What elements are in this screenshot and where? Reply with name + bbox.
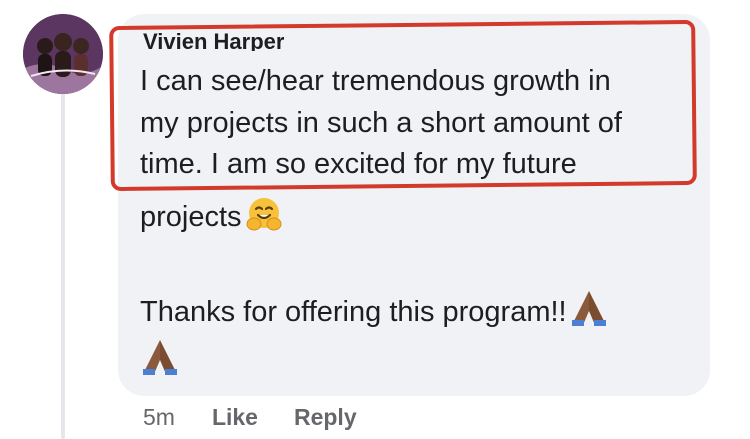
- comment-text-line-with-emoji: projects: [140, 196, 284, 240]
- folded-hands-icon: [140, 338, 180, 383]
- comment-actions: 5m Like Reply: [143, 403, 393, 431]
- reply-button[interactable]: Reply: [294, 403, 357, 431]
- red-highlight-annotation: [109, 19, 697, 192]
- comment-text-segment: Thanks for offering this program!!: [140, 296, 567, 328]
- avatar[interactable]: [23, 14, 103, 94]
- folded-hands-icon: [569, 289, 609, 335]
- like-button[interactable]: Like: [212, 403, 258, 431]
- comment-text-line-with-emoji: Thanks for offering this program!!: [140, 289, 609, 335]
- thread-connector-line: [61, 92, 65, 439]
- comment-text-segment: projects: [140, 201, 242, 233]
- comment-timestamp[interactable]: 5m: [143, 403, 175, 431]
- hugging-face-icon: [244, 196, 284, 240]
- comment-thread: Vivien Harper I can see/hear tremendous …: [0, 0, 750, 439]
